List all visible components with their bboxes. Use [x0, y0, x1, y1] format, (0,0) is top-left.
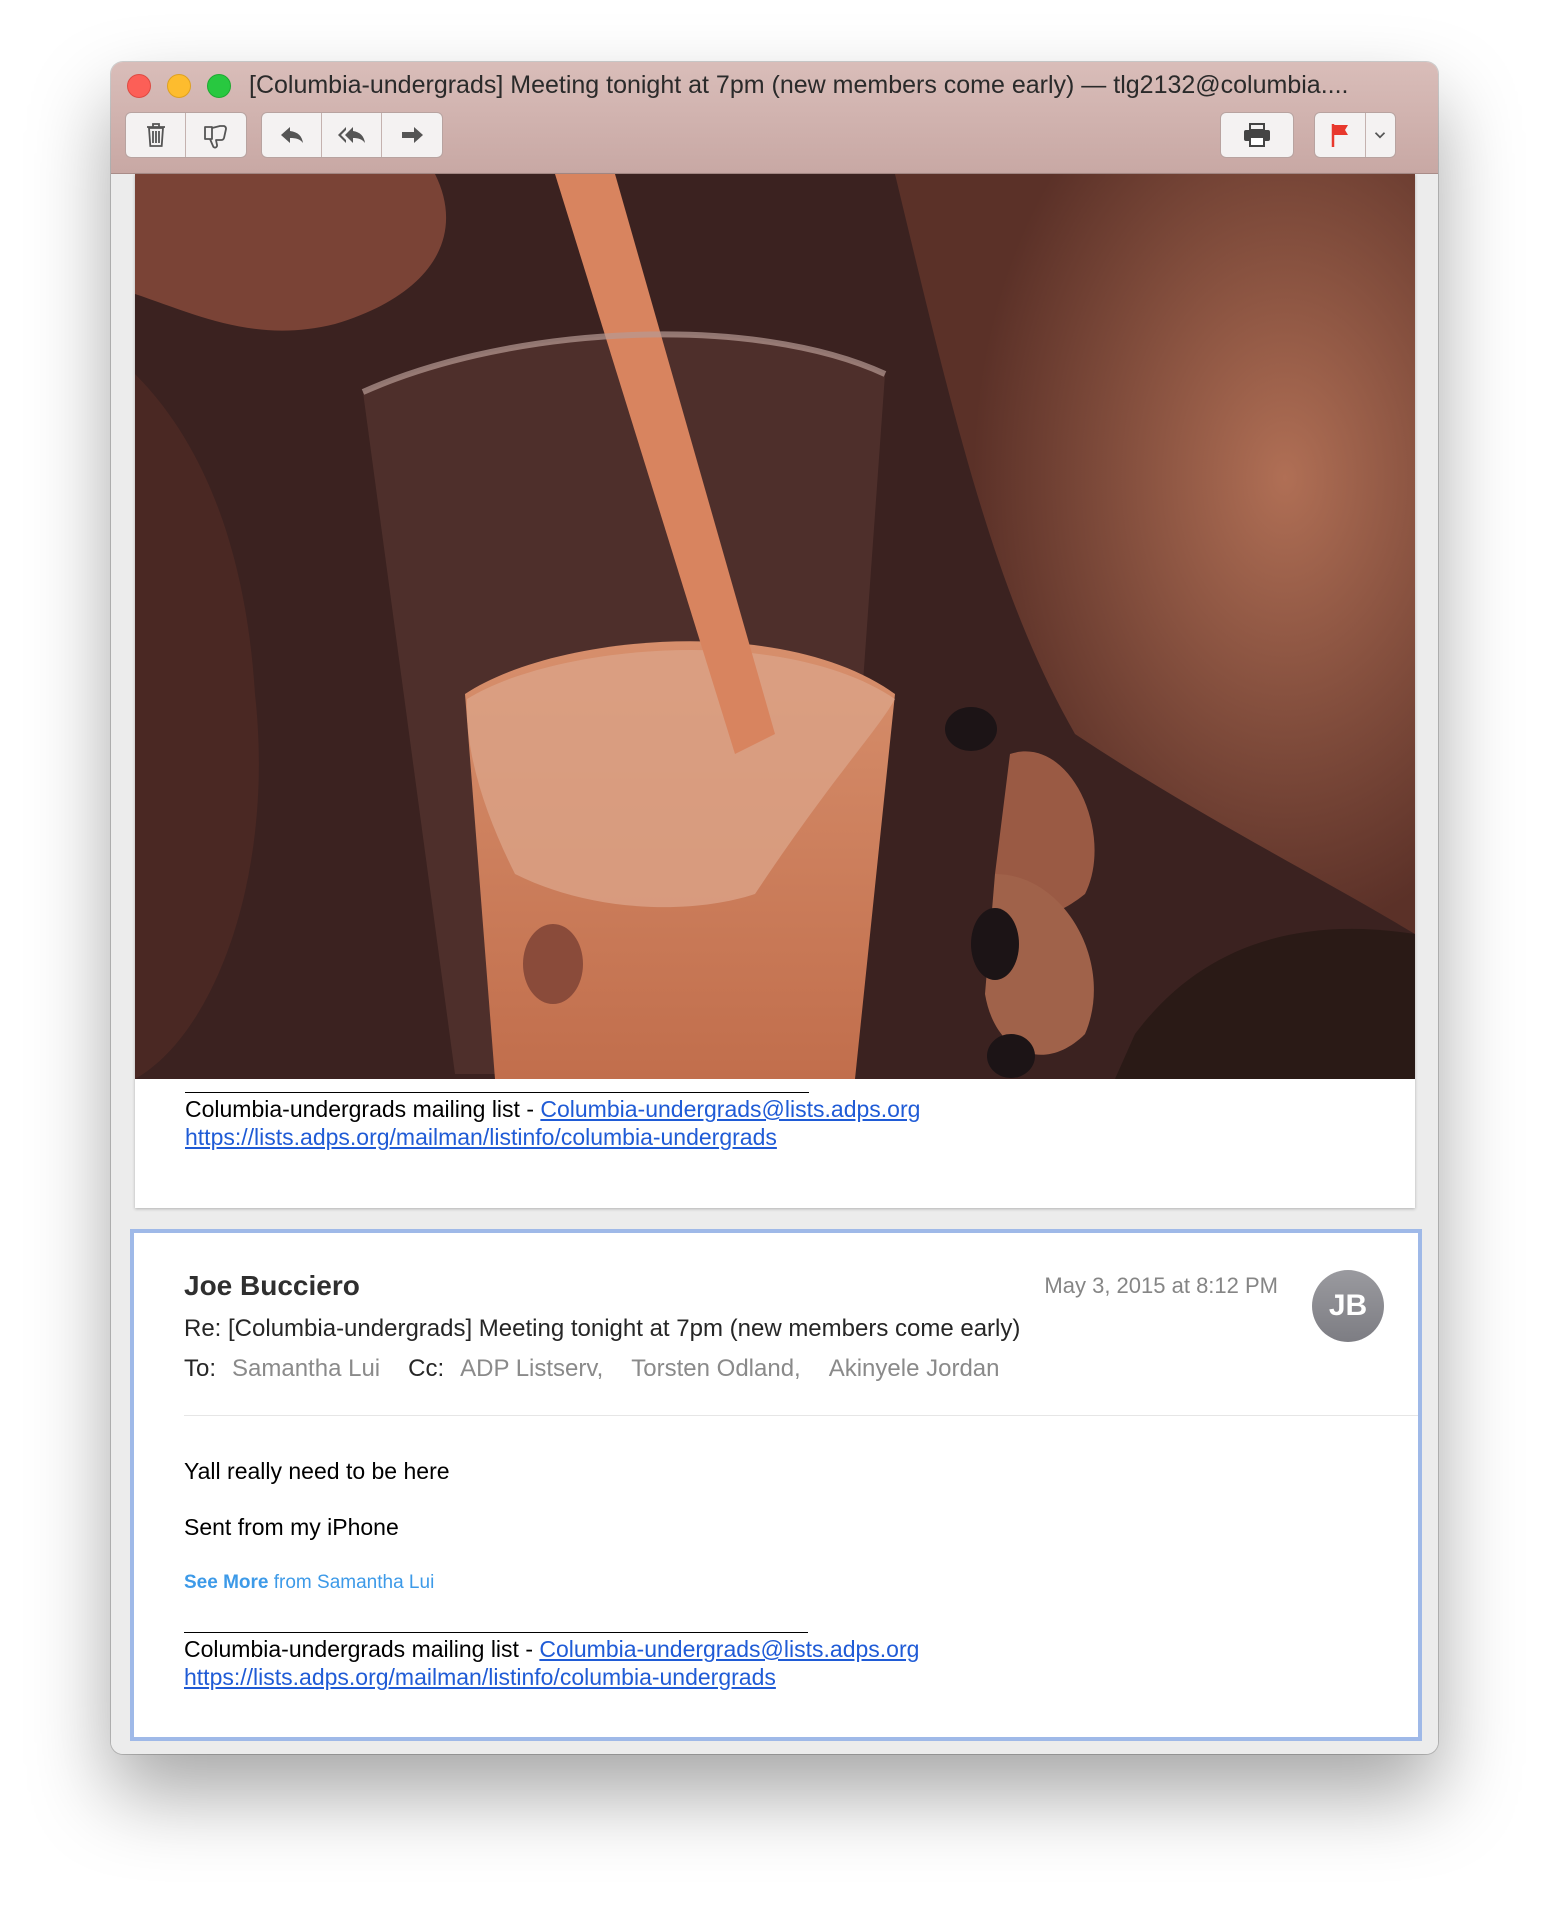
message-card-previous: Columbia-undergrads mailing list - Colum… [135, 174, 1415, 1208]
recipient-cc[interactable]: ADP Listserv, [460, 1355, 603, 1383]
avatar-initials: JB [1328, 1289, 1368, 1322]
footer-separator [184, 1632, 808, 1633]
trash-icon [146, 123, 165, 147]
avatar: JB [1312, 1270, 1384, 1342]
reply-all-button[interactable] [322, 113, 382, 157]
mailing-list-name: Columbia-undergrads mailing list - [184, 1636, 540, 1662]
recipient-to[interactable]: Samantha Lui [232, 1355, 380, 1383]
delete-junk-group [125, 112, 247, 158]
junk-icon [204, 125, 227, 149]
zoom-window-button[interactable] [207, 74, 231, 98]
body-text: Yall really need to be here [184, 1458, 450, 1484]
message-subject: Re: [Columbia-undergrads] Meeting tonigh… [184, 1315, 1021, 1342]
footer-separator [185, 1092, 809, 1093]
reply-all-icon [337, 127, 365, 143]
see-more-source: from Samantha Lui [268, 1572, 435, 1593]
title-bar: [Columbia-undergrads] Meeting tonight at… [111, 62, 1438, 174]
print-icon [1244, 123, 1270, 147]
mailing-list-email-link[interactable]: Columbia-undergrads@lists.adps.org [539, 1636, 919, 1662]
print-group [1220, 112, 1294, 158]
mailing-list-url-link[interactable]: https://lists.adps.org/mailman/listinfo/… [184, 1663, 919, 1691]
mailing-list-footer: Columbia-undergrads mailing list - Colum… [185, 1092, 920, 1151]
recipient-cc[interactable]: Torsten Odland, [631, 1355, 800, 1383]
chevron-down-icon [1375, 132, 1386, 139]
reply-group [261, 112, 443, 158]
sender-name: Joe Bucciero [184, 1270, 360, 1301]
recipient-cc[interactable]: Akinyele Jordan [829, 1355, 1000, 1383]
message-date: May 3, 2015 at 8:12 PM [1044, 1273, 1278, 1298]
reply-button[interactable] [262, 113, 323, 157]
minimize-window-button[interactable] [167, 74, 191, 98]
signature-text: Sent from my iPhone [184, 1514, 399, 1540]
see-more-label: See More [184, 1572, 269, 1593]
reply-icon [280, 127, 303, 143]
message-viewer: Columbia-undergrads mailing list - Colum… [111, 174, 1438, 1754]
cc-label: Cc: [408, 1355, 445, 1382]
to-label: To: [184, 1355, 217, 1382]
mailing-list-email-link[interactable]: Columbia-undergrads@lists.adps.org [540, 1096, 920, 1122]
see-more-link[interactable]: See More from Samantha Lui [184, 1572, 434, 1594]
close-window-button[interactable] [127, 74, 151, 98]
mailing-list-url-link[interactable]: https://lists.adps.org/mailman/listinfo/… [185, 1123, 920, 1151]
delete-button[interactable] [126, 113, 187, 157]
flag-menu-button[interactable] [1366, 113, 1395, 157]
forward-button[interactable] [382, 113, 442, 157]
attached-photo[interactable] [135, 174, 1415, 1079]
print-button[interactable] [1221, 113, 1293, 157]
mailing-list-footer: Columbia-undergrads mailing list - Colum… [184, 1632, 919, 1691]
window-title: [Columbia-undergrads] Meeting tonight at… [249, 71, 1349, 99]
mailing-list-name: Columbia-undergrads mailing list - [185, 1096, 541, 1122]
header-divider [184, 1415, 1418, 1416]
flag-button[interactable] [1315, 113, 1366, 157]
mail-window: [Columbia-undergrads] Meeting tonight at… [111, 62, 1438, 1754]
message-card-selected[interactable]: Joe Bucciero May 3, 2015 at 8:12 PM JB R… [130, 1229, 1422, 1741]
recipients-row: To: Samantha Lui Cc: ADP Listserv, Torst… [184, 1355, 1027, 1383]
drink-photo-image [135, 174, 1415, 1079]
flag-group [1314, 112, 1396, 158]
junk-button[interactable] [186, 113, 246, 157]
flag-icon [1331, 124, 1348, 147]
forward-icon [401, 127, 423, 143]
